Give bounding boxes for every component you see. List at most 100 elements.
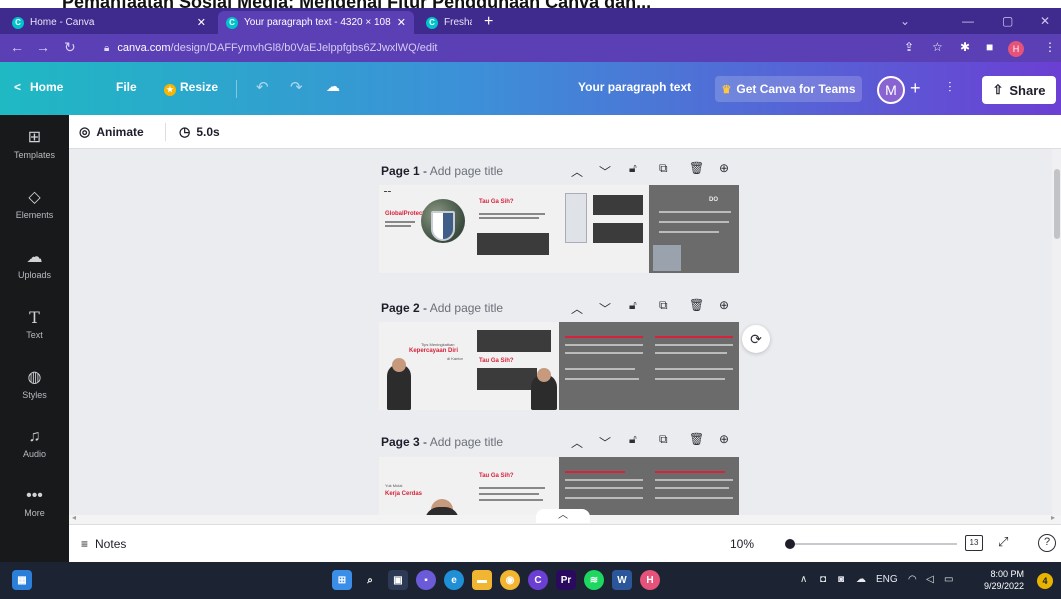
new-tab-plus-icon[interactable]: + [484, 13, 493, 31]
duplicate-page-icon[interactable]: ⧉ [659, 161, 668, 176]
wifi-icon[interactable]: ◠ [908, 574, 917, 585]
move-page-down-icon[interactable]: ﹀ [599, 300, 611, 317]
sidepanel-icon[interactable]: ■ [986, 40, 993, 54]
browser-profile-avatar[interactable]: H [1008, 41, 1024, 57]
delete-page-icon[interactable]: 🗑︎ [689, 298, 704, 312]
page-title-2[interactable]: Page 2 - Add page title [381, 301, 503, 315]
sidebar-item-templates[interactable]: ⊞ Templates [0, 127, 69, 160]
get-canva-teams-button[interactable]: ♛ Get Canva for Teams [715, 76, 862, 102]
notes-button[interactable]: ≡ Notes [81, 537, 126, 551]
scroll-right-arrow-icon[interactable]: ▸ [1051, 513, 1055, 522]
cloud-icon[interactable]: ☁ [856, 574, 866, 585]
help-icon[interactable]: ? [1038, 534, 1056, 552]
file-menu[interactable]: File [116, 80, 137, 94]
zoom-slider-knob[interactable] [785, 539, 795, 549]
notification-badge[interactable]: 4 [1037, 573, 1053, 589]
battery-icon[interactable]: ▭ [944, 574, 953, 585]
bookmark-star-icon[interactable]: ☆ [932, 40, 943, 54]
fullscreen-expand-icon[interactable]: ⤢ [998, 534, 1008, 550]
lock-page-icon[interactable]: 🔓︎ [629, 161, 637, 176]
language-indicator[interactable]: ENG [876, 574, 898, 585]
duplicate-page-icon[interactable]: ⧉ [659, 432, 668, 447]
browser-tab-fresha[interactable]: C Fresha Numpang Ya (1080 × 192 [418, 11, 480, 34]
page-count-badge[interactable]: 13 [965, 535, 983, 551]
move-page-up-icon[interactable]: ︿ [571, 163, 583, 180]
add-page-icon[interactable]: ⊕ [719, 298, 729, 312]
tray-chevron-icon[interactable]: ∧ [800, 574, 807, 585]
sidebar-item-uploads[interactable]: ☁ Uploads [0, 247, 69, 280]
minimize-icon[interactable]: — [962, 14, 974, 28]
duplicate-page-icon[interactable]: ⧉ [659, 298, 668, 313]
home-back-chevron-icon[interactable]: < [14, 80, 21, 94]
invite-plus-icon[interactable]: + [910, 78, 921, 99]
widgets-icon[interactable]: ▦ [12, 570, 32, 590]
browser-menu-icon[interactable]: ⋮ [1044, 40, 1056, 54]
design-canvas[interactable]: Page 1 - Add page title ︿ ﹀ 🔓︎ ⧉ 🗑︎ ⊕ ▬ … [69, 149, 1052, 515]
close-icon[interactable]: ✕ [397, 16, 406, 29]
task-view-icon[interactable]: ▣ [388, 570, 408, 590]
home-link[interactable]: Home [30, 80, 63, 94]
lock-page-icon[interactable]: 🔓︎ [629, 298, 637, 313]
insights-chart-icon[interactable]: ⫶ [948, 79, 952, 96]
redo-icon[interactable]: ↷ [290, 78, 303, 96]
page-1-thumbnail[interactable]: ▬ ▬ GlobalProtect Tau Ga Sih? DO [379, 185, 740, 273]
system-clock[interactable]: 8:00 PM 9/29/2022 [984, 568, 1024, 592]
restore-icon[interactable]: ▢ [1002, 14, 1013, 28]
spotify-icon[interactable]: ≋ [584, 570, 604, 590]
page-3-thumbnail[interactable]: Yuk Mulai Kerja Cerdas Tau Ga Sih? [379, 457, 740, 515]
animate-button[interactable]: ◎ Animate [79, 124, 144, 140]
scroll-left-arrow-icon[interactable]: ◂ [72, 513, 76, 522]
zoom-level[interactable]: 10% [730, 537, 754, 551]
sidebar-item-more[interactable]: ••• More [0, 487, 69, 518]
vertical-scrollbar[interactable] [1052, 149, 1061, 515]
collapse-pages-chevron-icon[interactable]: ︿ [536, 509, 590, 523]
forward-arrow-icon[interactable]: → [36, 39, 50, 55]
add-page-icon[interactable]: ⊕ [719, 161, 729, 175]
teams-chat-icon[interactable]: ▪ [416, 570, 436, 590]
premiere-icon[interactable]: Pr [556, 570, 576, 590]
undo-icon[interactable]: ↶ [256, 78, 269, 96]
move-page-down-icon[interactable]: ﹀ [599, 163, 611, 180]
sidebar-item-styles[interactable]: ◍ Styles [0, 367, 69, 400]
chrome-profile-icon[interactable]: H [640, 570, 660, 590]
duration-button[interactable]: ◷ 5.0s [179, 124, 220, 140]
close-icon[interactable]: ✕ [197, 16, 206, 29]
back-arrow-icon[interactable]: ← [10, 39, 24, 55]
page-title-3[interactable]: Page 3 - Add page title [381, 435, 503, 449]
word-icon[interactable]: W [612, 570, 632, 590]
scrollbar-thumb[interactable] [1054, 169, 1060, 239]
page-2-thumbnail[interactable]: Tips Meningkatkan Kepercayaan Diri di Ka… [379, 322, 740, 410]
tab-search-chevron-icon[interactable]: ⌄ [900, 14, 910, 28]
reload-icon[interactable]: ↻ [64, 39, 76, 56]
resize-button[interactable]: ★ Resize [164, 80, 218, 96]
url-field[interactable]: 🔒︎ canva.com /design/DAFFymvhGl8/b0VaEJe… [104, 38, 974, 58]
document-title[interactable]: Your paragraph text [578, 80, 691, 94]
sidebar-item-audio[interactable]: ♫ Audio [0, 428, 69, 459]
delete-page-icon[interactable]: 🗑︎ [689, 161, 704, 175]
move-page-up-icon[interactable]: ︿ [571, 300, 583, 317]
file-explorer-icon[interactable]: ▬ [472, 570, 492, 590]
share-button[interactable]: ⇧ Share [982, 76, 1056, 104]
move-page-up-icon[interactable]: ︿ [571, 434, 583, 451]
search-icon[interactable]: ⌕ [360, 570, 380, 590]
canva-app-icon[interactable]: C [528, 570, 548, 590]
chrome-icon[interactable]: ◉ [500, 570, 520, 590]
sidebar-item-elements[interactable]: ◇ Elements [0, 187, 69, 220]
browser-tab-home[interactable]: C Home - Canva ✕ [4, 11, 214, 34]
start-windows-icon[interactable]: ⊞ [332, 570, 352, 590]
edge-browser-icon[interactable]: e [444, 570, 464, 590]
cloud-saved-icon[interactable]: ☁ [326, 78, 340, 95]
zoom-slider[interactable] [785, 539, 957, 549]
share-page-icon[interactable]: ⇪ [904, 40, 914, 54]
user-avatar[interactable]: M [877, 76, 905, 104]
tray-app-icon[interactable]: ◙ [838, 574, 844, 585]
extensions-icon[interactable]: ✱ [960, 40, 970, 54]
add-page-icon[interactable]: ⊕ [719, 432, 729, 446]
lock-page-icon[interactable]: 🔓︎ [629, 432, 637, 447]
page-title-1[interactable]: Page 1 - Add page title [381, 164, 503, 178]
magic-refresh-icon[interactable]: ⟳ [742, 325, 770, 353]
window-close-icon[interactable]: ✕ [1040, 14, 1050, 28]
volume-icon[interactable]: ◁ [926, 574, 934, 585]
move-page-down-icon[interactable]: ﹀ [599, 434, 611, 451]
sidebar-item-text[interactable]: T Text [0, 308, 69, 340]
